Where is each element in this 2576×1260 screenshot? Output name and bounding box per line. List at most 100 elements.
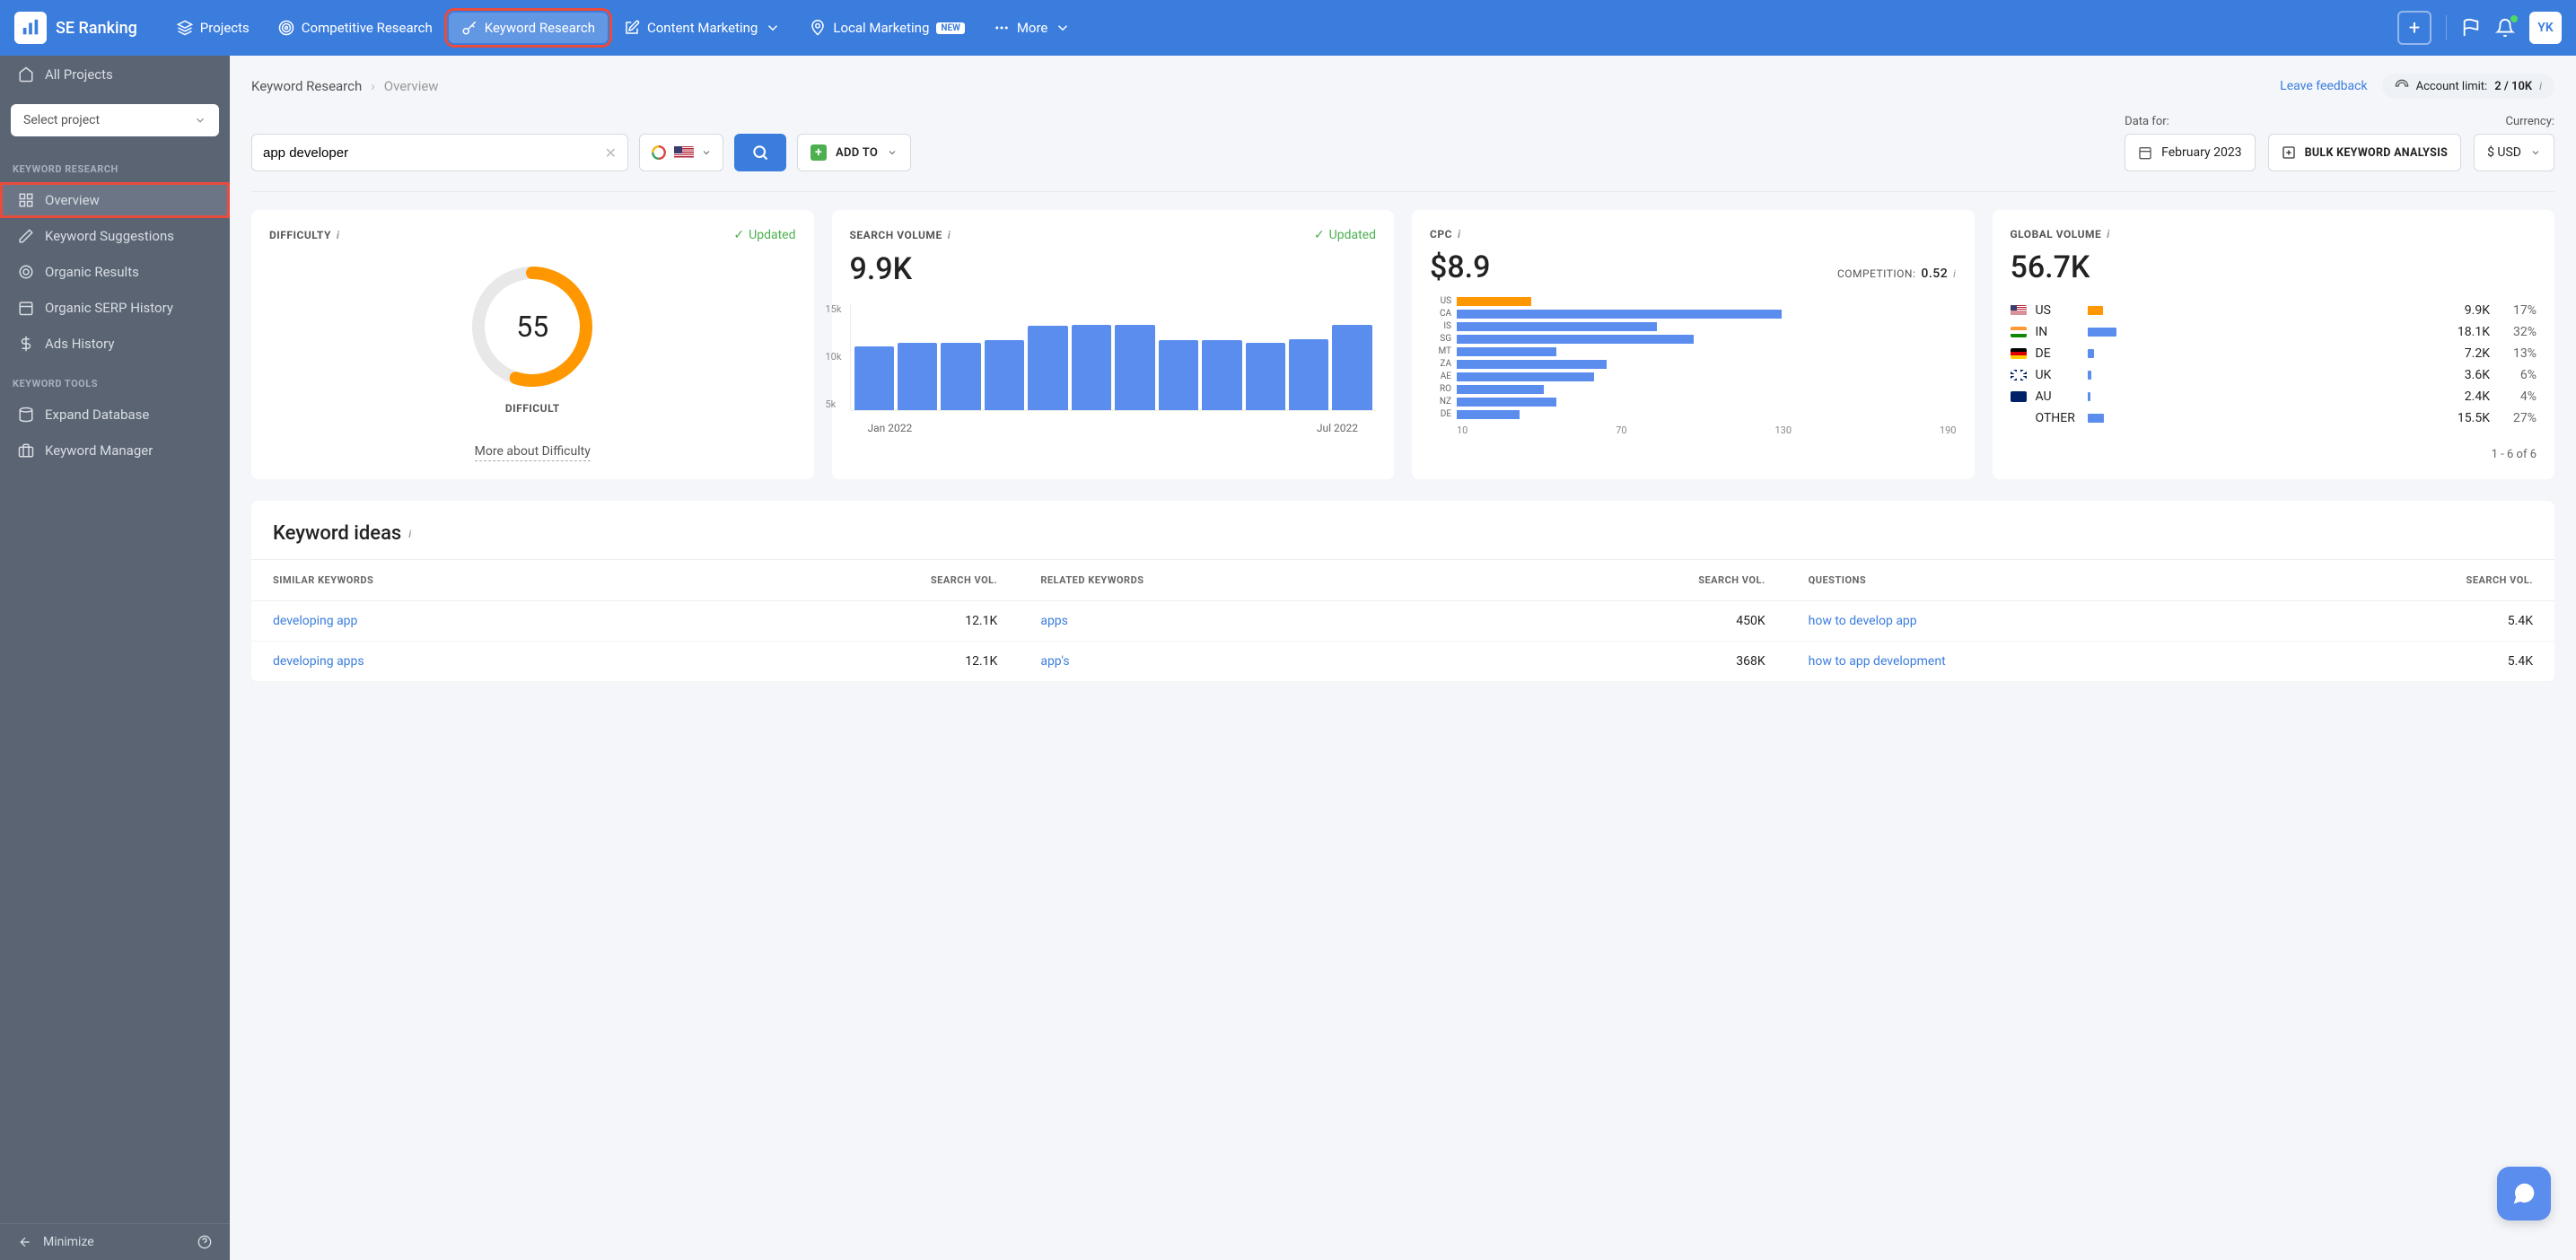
table-cell: 12.1K xyxy=(763,642,1019,682)
difficulty-value: 55 xyxy=(516,310,548,344)
bar xyxy=(985,340,1024,410)
info-icon[interactable]: i xyxy=(948,229,951,241)
search-icon xyxy=(751,144,769,162)
minimize-label: Minimize xyxy=(43,1235,94,1249)
nav-local-label: Local Marketing xyxy=(833,20,929,36)
chevron-down-icon xyxy=(1055,20,1071,36)
calendar-icon xyxy=(2138,145,2152,160)
competition-value: 0.52 xyxy=(1921,267,1948,281)
help-icon[interactable] xyxy=(197,1235,212,1249)
google-icon xyxy=(651,144,667,161)
table-cell: developing app xyxy=(251,601,763,642)
table-cell: apps xyxy=(1019,601,1530,642)
table-header: SEARCH VOL. xyxy=(763,559,1019,601)
bell-icon[interactable] xyxy=(2495,18,2515,38)
keyword-link[interactable]: app's xyxy=(1040,654,1069,669)
hbar-row: RO xyxy=(1430,384,1957,394)
hbar-row: SG xyxy=(1430,334,1957,344)
keyword-link[interactable]: how to app development xyxy=(1809,654,1946,669)
nav-more-label: More xyxy=(1017,20,1048,36)
sidebar-all-projects-label: All Projects xyxy=(45,66,113,83)
pin-icon xyxy=(810,20,826,36)
sidebar-item-serp-history[interactable]: Organic SERP History xyxy=(0,290,230,326)
currency-select[interactable]: $ USD xyxy=(2474,134,2554,171)
nav-keyword[interactable]: Keyword Research xyxy=(449,13,608,43)
bar xyxy=(1289,339,1328,410)
table-header: SIMILAR KEYWORDS xyxy=(251,559,763,601)
sidebar-item-keyword-manager[interactable]: Keyword Manager xyxy=(0,433,230,468)
nav-local[interactable]: Local Marketing NEW xyxy=(797,13,977,43)
flag-icon[interactable] xyxy=(2461,18,2481,38)
breadcrumb-current: Overview xyxy=(384,78,439,94)
bar xyxy=(854,346,894,410)
gauge-icon xyxy=(2395,79,2409,93)
sidebar-item-organic[interactable]: Organic Results xyxy=(0,254,230,290)
data-for-select[interactable]: February 2023 xyxy=(2125,134,2255,171)
calendar-icon xyxy=(18,300,34,316)
nav-competitive[interactable]: Competitive Research xyxy=(266,13,445,43)
keyword-input[interactable] xyxy=(263,145,605,161)
keyword-link[interactable]: developing apps xyxy=(273,654,364,669)
select-project[interactable]: Select project xyxy=(11,104,219,136)
sidebar-minimize[interactable]: Minimize xyxy=(0,1223,230,1260)
nav-keyword-label: Keyword Research xyxy=(485,20,595,36)
breadcrumb-root[interactable]: Keyword Research xyxy=(251,78,362,94)
info-icon[interactable]: i xyxy=(337,229,340,241)
more-about-difficulty-link[interactable]: More about Difficulty xyxy=(475,444,591,461)
chat-button[interactable] xyxy=(2497,1167,2551,1221)
dots-icon xyxy=(994,20,1010,36)
nav-more[interactable]: More xyxy=(981,13,1084,43)
addto-label: ADD TO xyxy=(836,146,878,160)
info-icon[interactable]: i xyxy=(1458,228,1461,241)
bulk-analysis-button[interactable]: BULK KEYWORD ANALYSIS xyxy=(2268,134,2462,171)
hbar-row: AE xyxy=(1430,372,1957,381)
info-icon[interactable]: i xyxy=(2539,80,2542,92)
sidebar-all-projects[interactable]: All Projects xyxy=(0,56,230,93)
difficulty-gauge: 55 xyxy=(469,264,595,389)
edit-icon xyxy=(18,228,34,244)
table-cell: 12.1K xyxy=(763,601,1019,642)
info-icon[interactable]: i xyxy=(1953,267,1956,280)
keyword-link[interactable]: developing app xyxy=(273,614,357,628)
hbar-row: MT xyxy=(1430,346,1957,356)
search-button[interactable] xyxy=(734,134,786,171)
list-plus-icon xyxy=(2282,145,2296,160)
sidebar-heading-tools: KEYWORD TOOLS xyxy=(0,362,230,397)
nav-projects[interactable]: Projects xyxy=(164,13,262,43)
sidebar-item-ads-history[interactable]: Ads History xyxy=(0,326,230,362)
logo[interactable]: SE Ranking xyxy=(14,12,137,44)
sidebar-item-overview[interactable]: Overview xyxy=(0,182,230,218)
sidebar-item-label: Organic SERP History xyxy=(45,300,173,316)
chat-icon xyxy=(2510,1180,2537,1207)
keyword-link[interactable]: how to develop app xyxy=(1809,614,1917,628)
dollar-icon xyxy=(18,336,34,352)
nav-content[interactable]: Content Marketing xyxy=(611,13,793,43)
table-cell: how to app development xyxy=(1787,642,2299,682)
key-icon xyxy=(461,20,478,36)
info-icon[interactable]: i xyxy=(408,528,411,540)
table-cell: 5.4K xyxy=(2299,642,2554,682)
data-for-label: Data for: xyxy=(2125,115,2255,128)
home-icon xyxy=(18,66,34,83)
bulk-label: BULK KEYWORD ANALYSIS xyxy=(2305,146,2449,160)
add-button[interactable]: + xyxy=(2397,11,2431,45)
card-difficulty: DIFFICULTYi ✓Updated 55 DIFFICULT xyxy=(251,210,814,479)
search-volume-chart: 15k10k5k Jan 2022Jul 2022 xyxy=(850,294,1377,461)
info-icon[interactable]: i xyxy=(2107,228,2110,241)
keyword-link[interactable]: apps xyxy=(1040,614,1068,628)
logo-icon xyxy=(14,12,47,44)
feedback-link[interactable]: Leave feedback xyxy=(2280,79,2367,93)
topnav: SE Ranking Projects Competitive Research… xyxy=(0,0,2576,56)
badge-new: NEW xyxy=(936,22,964,34)
updated-badge: ✓Updated xyxy=(1314,228,1376,242)
clear-input-icon[interactable]: ✕ xyxy=(605,144,617,162)
search-engine-country-select[interactable] xyxy=(639,134,723,171)
gv-row: OTHER15.5K27% xyxy=(2011,407,2537,429)
hbar-row: ZA xyxy=(1430,359,1957,369)
us-flag-icon xyxy=(674,146,694,159)
hbar-row: DE xyxy=(1430,409,1957,419)
sidebar-item-expand-db[interactable]: Expand Database xyxy=(0,397,230,433)
sidebar-item-suggestions[interactable]: Keyword Suggestions xyxy=(0,218,230,254)
avatar[interactable]: YK xyxy=(2529,12,2562,44)
add-to-button[interactable]: + ADD TO xyxy=(797,134,911,171)
